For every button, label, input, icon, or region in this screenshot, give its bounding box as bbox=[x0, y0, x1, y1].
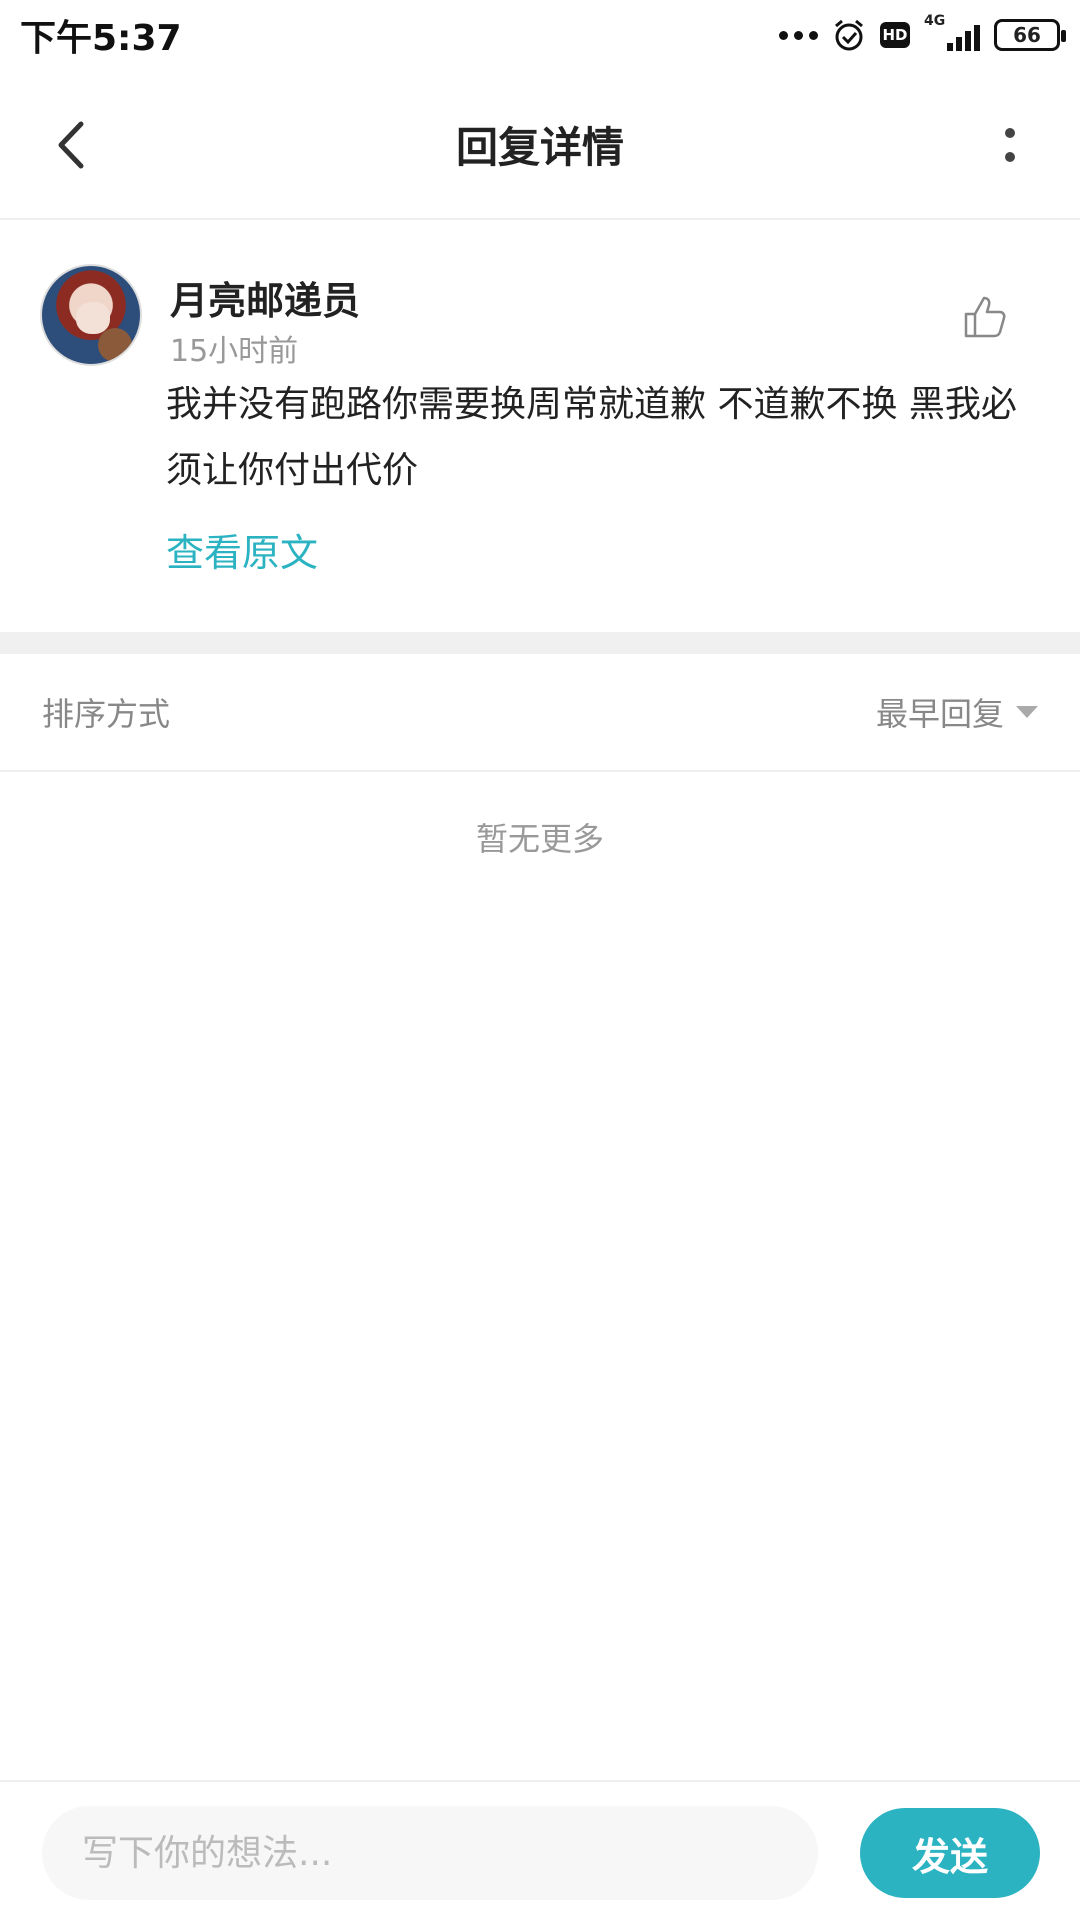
back-button[interactable] bbox=[40, 115, 100, 175]
reply-input-bar: 发送 bbox=[0, 1780, 1080, 1920]
more-notifications-icon bbox=[779, 30, 818, 40]
chevron-left-icon bbox=[58, 121, 84, 169]
signal-icon: 4G bbox=[924, 13, 980, 51]
view-original-link[interactable]: 查看原文 bbox=[166, 522, 318, 577]
avatar[interactable] bbox=[40, 264, 142, 366]
status-time: 下午5:37 bbox=[20, 18, 182, 59]
section-divider bbox=[0, 632, 1080, 654]
thumbs-up-icon bbox=[964, 296, 1006, 338]
more-vertical-icon bbox=[1005, 128, 1015, 162]
sort-selected-value: 最早回复 bbox=[875, 695, 1004, 733]
status-bar: 下午5:37 HD 4G 66 bbox=[0, 0, 1080, 70]
sort-label: 排序方式 bbox=[42, 695, 171, 733]
send-button[interactable]: 发送 bbox=[860, 1808, 1040, 1898]
sort-dropdown[interactable]: 最早回复 bbox=[876, 689, 1038, 735]
reply-input[interactable] bbox=[42, 1806, 818, 1900]
battery-icon: 66 bbox=[994, 19, 1066, 51]
hd-icon: HD bbox=[880, 22, 910, 48]
battery-level: 66 bbox=[1013, 23, 1041, 47]
like-button[interactable] bbox=[960, 292, 1010, 342]
network-label: 4G bbox=[924, 13, 946, 29]
status-icons: HD 4G 66 bbox=[779, 13, 1066, 52]
comment: 月亮邮递员 15小时前 我并没有跑路你需要换周常就道歉 不道歉不换 黑我必须让你… bbox=[0, 222, 1080, 632]
more-options-button[interactable] bbox=[980, 115, 1040, 175]
alarm-icon bbox=[835, 19, 863, 51]
sort-row: 排序方式 最早回复 bbox=[0, 654, 1080, 772]
header: 回复详情 bbox=[0, 70, 1080, 220]
caret-down-icon bbox=[1016, 706, 1038, 718]
username[interactable]: 月亮邮递员 bbox=[170, 270, 360, 325]
page-title: 回复详情 bbox=[455, 122, 624, 172]
empty-list-text: 暂无更多 bbox=[475, 820, 604, 858]
comment-text: 我并没有跑路你需要换周常就道歉 不道歉不换 黑我必须让你付出代价 bbox=[166, 384, 1017, 491]
timestamp: 15小时前 bbox=[170, 334, 299, 369]
